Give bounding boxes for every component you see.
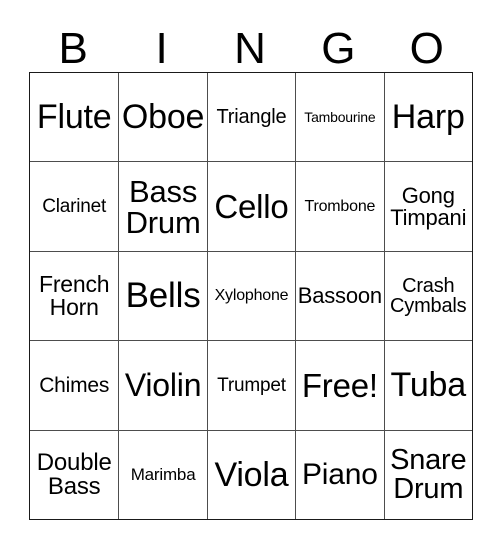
bingo-cell-n5[interactable]: Viola (206, 430, 296, 519)
bingo-cell-label: Oboe (121, 98, 205, 137)
bingo-cell-i5[interactable]: Marimba (118, 430, 207, 519)
bingo-cell-b4[interactable]: Chimes (30, 341, 119, 430)
bingo-cell-label: Tuba (390, 366, 467, 405)
bingo-cell-n3[interactable]: Xylophone (206, 251, 296, 341)
bingo-cell-label: Bells (125, 276, 201, 316)
bingo-cell-n1[interactable]: Triangle (206, 73, 296, 162)
bingo-cell-label: Free! (301, 366, 378, 404)
bingo-cell-free-space[interactable]: Free! (295, 341, 384, 430)
bingo-cell-g5[interactable]: Piano (295, 430, 384, 519)
bingo-cell-o3[interactable]: Crash Cymbals (383, 251, 472, 341)
bingo-header-letter-o: O (409, 24, 444, 73)
bingo-cell-i2[interactable]: Bass Drum (118, 162, 207, 251)
bingo-cell-label: Cello (214, 188, 289, 226)
bingo-cell-label: French Horn (39, 270, 110, 320)
bingo-cell-label: Trumpet (217, 374, 286, 396)
bingo-cell-o2[interactable]: Gong Timpani (383, 162, 472, 251)
bingo-cell-g1[interactable]: Tambourine (295, 73, 384, 162)
bingo-cell-label: Flute (36, 98, 112, 137)
bingo-cell-label: Chimes (39, 373, 110, 397)
bingo-row: Chimes Violin Trumpet Free! Tuba (30, 340, 472, 430)
bingo-cell-i1[interactable]: Oboe (118, 73, 207, 162)
bingo-cell-label: Triangle (216, 106, 287, 129)
bingo-cell-b3[interactable]: French Horn (30, 251, 119, 341)
bingo-row: Double Bass Marimba Viola Piano Snare Dr… (30, 429, 472, 519)
bingo-row: Clarinet Bass Drum Cello Trombone Gong T… (30, 161, 472, 251)
bingo-cell-b5[interactable]: Double Bass (30, 430, 119, 519)
bingo-cell-label: Tambourine (304, 109, 376, 126)
bingo-grid: Flute Oboe Triangle Tambourine Harp Clar… (29, 72, 473, 520)
bingo-cell-label: Bass Drum (125, 173, 201, 240)
bingo-header-letter-n: N (234, 24, 266, 73)
bingo-row: French Horn Bells Xylophone Bassoon Cras… (30, 250, 472, 341)
bingo-cell-label: Viola (214, 455, 289, 494)
bingo-cell-label: Violin (124, 367, 202, 404)
bingo-card: B I N G O Flute Oboe Triangle Tambourine… (29, 20, 473, 520)
bingo-cell-label: Trombone (304, 197, 376, 215)
bingo-cell-label: Piano (302, 457, 378, 491)
bingo-cell-b1[interactable]: Flute (30, 73, 119, 162)
bingo-cell-label: Clarinet (42, 196, 107, 218)
bingo-cell-label: Xylophone (214, 286, 289, 304)
bingo-cell-label: Gong Timpani (390, 182, 467, 230)
bingo-row: Flute Oboe Triangle Tambourine Harp (30, 73, 472, 162)
bingo-cell-o4[interactable]: Tuba (383, 341, 472, 430)
bingo-cell-n2[interactable]: Cello (206, 162, 296, 251)
bingo-header-row: B I N G O (29, 20, 471, 72)
bingo-cell-o1[interactable]: Harp (383, 73, 472, 162)
bingo-cell-o5[interactable]: Snare Drum (383, 430, 472, 519)
bingo-cell-label: Snare Drum (390, 443, 467, 505)
bingo-cell-label: Crash Cymbals (390, 274, 467, 317)
bingo-header-letter-i: I (155, 24, 168, 73)
bingo-header-letter-g: G (321, 24, 356, 73)
bingo-cell-g3[interactable]: Bassoon (295, 251, 384, 341)
bingo-cell-n4[interactable]: Trumpet (206, 341, 296, 430)
bingo-cell-label: Harp (391, 98, 465, 137)
bingo-cell-label: Marimba (130, 465, 196, 485)
bingo-header-letter-b: B (58, 24, 88, 73)
bingo-cell-g2[interactable]: Trombone (295, 162, 384, 251)
bingo-cell-b2[interactable]: Clarinet (30, 162, 119, 251)
bingo-cell-i4[interactable]: Violin (118, 341, 207, 430)
bingo-cell-label: Bassoon (297, 282, 382, 308)
bingo-cell-i3[interactable]: Bells (118, 251, 207, 341)
bingo-cell-label: Double Bass (36, 448, 112, 500)
